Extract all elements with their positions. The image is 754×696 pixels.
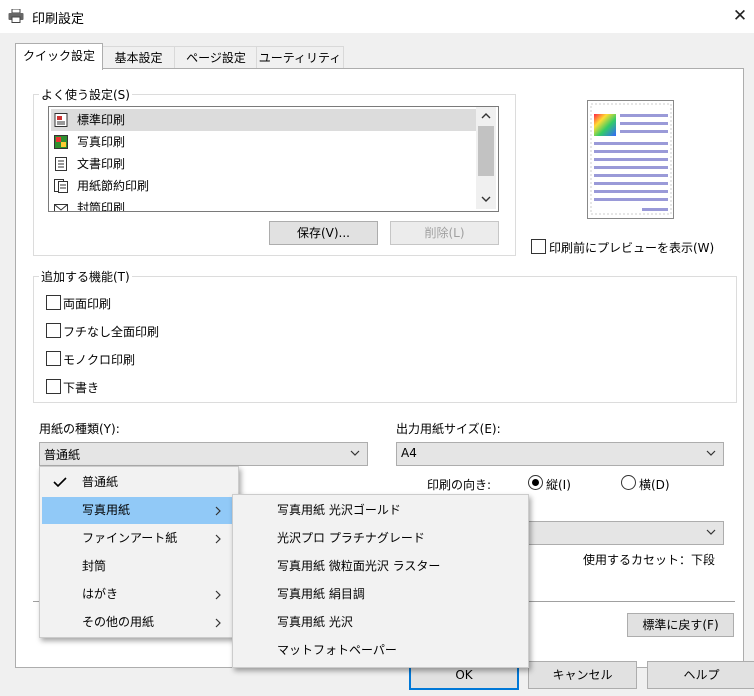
menu-item-label: はがき	[82, 587, 119, 601]
media-type-select[interactable]: 普通紙	[39, 442, 368, 466]
radio-dot	[532, 479, 539, 486]
monochrome-checkbox[interactable]	[46, 351, 61, 366]
orientation-label: 印刷の向き:	[427, 478, 492, 492]
page-preview-image	[587, 100, 674, 219]
draft-label[interactable]: 下書き	[63, 379, 99, 396]
menu-item-other-paper[interactable]: その他の用紙	[42, 609, 236, 636]
photo-paper-submenu: 写真用紙 光沢ゴールド 光沢プロ プラチナグレード 写真用紙 微粒面光沢 ラスタ…	[232, 494, 529, 668]
close-button[interactable]: ✕	[728, 4, 752, 28]
portrait-radio[interactable]	[528, 475, 543, 490]
tab-quick-settings[interactable]: クイック設定	[15, 43, 103, 70]
help-button[interactable]: ヘルプ	[647, 661, 754, 689]
landscape-radio[interactable]	[621, 475, 636, 490]
list-item-envelope-print[interactable]: 封筒印刷	[51, 197, 476, 212]
portrait-label[interactable]: 縦(I)	[546, 476, 571, 493]
frequent-settings-legend: よく使う設定(S)	[39, 86, 132, 103]
chevron-down-icon	[706, 450, 716, 456]
duplex-label[interactable]: 両面印刷	[63, 295, 111, 312]
borderless-checkbox[interactable]	[46, 323, 61, 338]
document-print-icon	[55, 157, 67, 171]
output-size-value: A4	[401, 446, 417, 460]
submenu-item-label: 光沢プロ プラチナグレード	[277, 531, 425, 545]
list-item-label: 封筒印刷	[77, 201, 126, 212]
submenu-item-semi-gloss-luster[interactable]: 写真用紙 微粒面光沢 ラスター	[235, 553, 526, 580]
frequent-settings-list[interactable]: 標準印刷 写真印刷 文書印刷 用紙節約印刷 封筒印刷	[48, 106, 499, 212]
photo-print-icon	[54, 135, 68, 149]
list-item-label: 用紙節約印刷	[77, 179, 150, 193]
submenu-item-label: 写真用紙 絹目調	[277, 587, 365, 601]
submenu-item-label: 写真用紙 光沢ゴールド	[277, 503, 401, 517]
borderless-label[interactable]: フチなし全面印刷	[63, 323, 159, 340]
menu-item-label: 普通紙	[82, 475, 119, 489]
delete-button[interactable]: 削除(L)	[390, 221, 499, 245]
scroll-thumb[interactable]	[478, 126, 494, 176]
list-item-label: 標準印刷	[77, 113, 126, 127]
submenu-item-gloss-pro-platinum[interactable]: 光沢プロ プラチナグレード	[235, 525, 526, 552]
title-bar: 印刷設定 ✕	[0, 0, 754, 33]
output-size-select[interactable]: A4	[396, 442, 724, 466]
list-item-standard-print[interactable]: 標準印刷	[51, 109, 476, 131]
media-type-label: 用紙の種類(Y):	[39, 422, 120, 436]
save-button[interactable]: 保存(V)...	[269, 221, 378, 245]
preview-checkbox[interactable]	[531, 239, 546, 254]
submenu-item-matte-photo[interactable]: マットフォトペーパー	[235, 637, 526, 664]
draft-checkbox[interactable]	[46, 379, 61, 394]
cassette-text: 使用するカセット：下段	[583, 553, 716, 567]
submenu-item-label: 写真用紙 微粒面光沢 ラスター	[277, 559, 441, 573]
scroll-up-icon[interactable]	[481, 112, 491, 120]
cancel-button[interactable]: キャンセル	[528, 661, 637, 689]
menu-item-envelope[interactable]: 封筒	[42, 553, 236, 580]
menu-item-label: その他の用紙	[82, 615, 155, 629]
menu-item-label: 写真用紙	[82, 503, 131, 517]
list-item-paper-saving-print[interactable]: 用紙節約印刷	[51, 175, 476, 197]
tab-basic-settings[interactable]: 基本設定	[101, 46, 176, 69]
duplex-checkbox[interactable]	[46, 295, 61, 310]
envelope-print-icon	[54, 204, 68, 211]
output-size-label: 出力用紙サイズ(E):	[396, 422, 501, 436]
chevron-down-icon	[706, 529, 716, 535]
preview-checkbox-label[interactable]: 印刷前にプレビューを表示(W)	[549, 239, 714, 256]
menu-item-label: ファインアート紙	[82, 531, 178, 545]
chevron-right-icon	[215, 618, 221, 628]
checkmark-icon	[53, 477, 67, 488]
features-legend: 追加する機能(T)	[39, 268, 132, 285]
paper-saving-print-icon	[54, 179, 68, 193]
list-item-document-print[interactable]: 文書印刷	[51, 153, 476, 175]
list-item-label: 文書印刷	[77, 157, 126, 171]
standard-print-icon	[54, 113, 68, 127]
chevron-right-icon	[215, 506, 221, 516]
monochrome-label[interactable]: モノクロ印刷	[63, 351, 135, 368]
scroll-down-icon[interactable]	[481, 195, 491, 203]
list-scrollbar[interactable]	[476, 107, 496, 209]
landscape-label[interactable]: 横(D)	[639, 476, 670, 493]
submenu-item-silk[interactable]: 写真用紙 絹目調	[235, 581, 526, 608]
chevron-right-icon	[215, 590, 221, 600]
menu-item-photo-paper[interactable]: 写真用紙	[42, 497, 236, 524]
media-type-value: 普通紙	[44, 448, 81, 462]
submenu-item-label: 写真用紙 光沢	[277, 615, 353, 629]
window-title: 印刷設定	[32, 12, 85, 27]
chevron-down-icon	[350, 450, 360, 456]
list-item-photo-print[interactable]: 写真印刷	[51, 131, 476, 153]
tab-utility[interactable]: ユーティリティ	[256, 46, 344, 69]
menu-item-label: 封筒	[82, 559, 107, 573]
tab-page-settings[interactable]: ページ設定	[174, 46, 258, 69]
submenu-item-photo-gloss-gold[interactable]: 写真用紙 光沢ゴールド	[235, 497, 526, 524]
menu-item-fine-art-paper[interactable]: ファインアート紙	[42, 525, 236, 552]
list-item-label: 写真印刷	[77, 135, 126, 149]
submenu-item-label: マットフォトペーパー	[277, 643, 397, 657]
restore-defaults-button[interactable]: 標準に戻す(F)	[627, 613, 734, 637]
media-type-menu: 普通紙 写真用紙 ファインアート紙 封筒 はがき その他の用紙	[39, 466, 239, 638]
menu-item-plain-paper[interactable]: 普通紙	[42, 469, 236, 496]
printer-icon	[8, 9, 24, 23]
chevron-right-icon	[215, 534, 221, 544]
submenu-item-photo-gloss[interactable]: 写真用紙 光沢	[235, 609, 526, 636]
menu-item-postcard[interactable]: はがき	[42, 581, 236, 608]
